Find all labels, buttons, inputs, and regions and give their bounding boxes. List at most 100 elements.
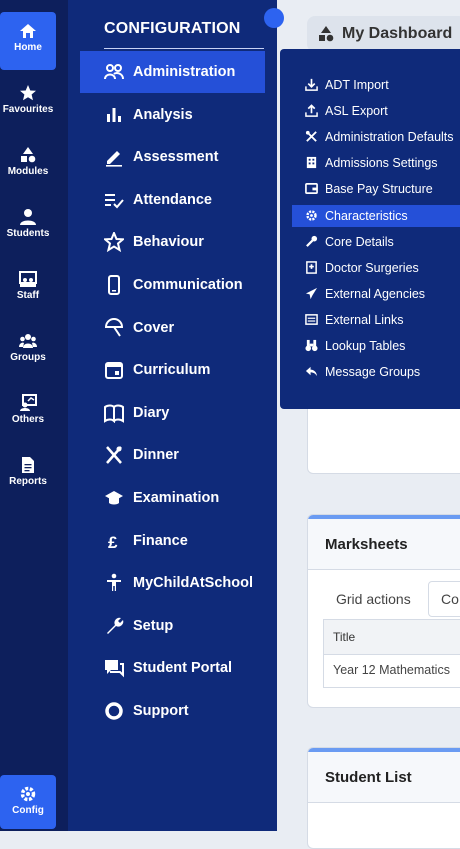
grid-actions-label: Grid actions bbox=[336, 591, 411, 607]
menu-item-label: Assessment bbox=[133, 149, 219, 166]
send-icon bbox=[305, 287, 318, 299]
cover-icon bbox=[104, 317, 124, 337]
menu-item-support[interactable]: Support bbox=[80, 690, 265, 732]
collapse-toggle[interactable] bbox=[264, 8, 284, 28]
submenu-item-external-agencies[interactable]: External Agencies bbox=[292, 283, 460, 305]
marksheets-title: Marksheets bbox=[325, 536, 408, 553]
submenu-item-label: Doctor Surgeries bbox=[325, 260, 419, 275]
rail-item-reports[interactable]: Reports bbox=[0, 446, 56, 504]
menu-item-setup[interactable]: Setup bbox=[80, 605, 265, 647]
tool-icon bbox=[306, 235, 318, 247]
phone-icon bbox=[108, 275, 120, 295]
submenu-item-label: ASL Export bbox=[325, 104, 388, 119]
menu-item-label: Diary bbox=[133, 404, 170, 421]
menu-item-finance[interactable]: £ Finance bbox=[80, 520, 265, 562]
menu-item-behaviour[interactable]: Behaviour bbox=[80, 221, 265, 263]
menu-item-administration[interactable]: Administration bbox=[80, 51, 265, 93]
marksheets-card: Marksheets Grid actions Co Title Year 12… bbox=[307, 514, 460, 708]
rail-item-modules[interactable]: Modules bbox=[0, 136, 56, 194]
table-cell-title: Year 12 Mathematics bbox=[333, 663, 450, 677]
graduation-cap-icon bbox=[105, 491, 123, 505]
wallet-icon bbox=[305, 183, 318, 195]
submenu-item-asl-export[interactable]: ASL Export bbox=[292, 100, 460, 122]
table-row[interactable]: Year 12 Mathematics bbox=[323, 653, 460, 688]
rail-item-favourites[interactable]: Favourites bbox=[0, 74, 56, 132]
menu-item-attendance[interactable]: Attendance bbox=[80, 179, 265, 221]
submenu-item-label: Message Groups bbox=[325, 365, 421, 380]
hospital-icon bbox=[306, 260, 317, 274]
table-header[interactable]: Title bbox=[323, 619, 460, 655]
submenu-item-adt-import[interactable]: ADT Import bbox=[292, 74, 460, 96]
submenu-item-lookup-tables[interactable]: Lookup Tables bbox=[292, 335, 460, 357]
svg-text:£: £ bbox=[108, 533, 118, 551]
menu-item-analysis[interactable]: Analysis bbox=[80, 94, 265, 136]
rail-label: Config bbox=[12, 805, 44, 816]
menu-item-assessment[interactable]: Assessment bbox=[80, 136, 265, 178]
rail-item-home[interactable]: Home bbox=[0, 12, 56, 70]
gear-icon bbox=[20, 786, 36, 802]
rail-label: Students bbox=[6, 228, 50, 239]
menu-item-cover[interactable]: Cover bbox=[80, 307, 265, 349]
configuration-menu: CONFIGURATION Administration Analysis Asse… bbox=[68, 0, 277, 831]
menu-item-label: Administration bbox=[133, 64, 236, 80]
menu-item-dinner[interactable]: Dinner bbox=[80, 434, 265, 476]
submenu-item-label: Core Details bbox=[325, 234, 394, 249]
chat-icon bbox=[105, 660, 124, 678]
checklist-icon bbox=[105, 193, 124, 209]
menu-item-label: Dinner bbox=[133, 447, 179, 464]
rail-item-others[interactable]: Others bbox=[0, 384, 56, 442]
pencil-icon bbox=[106, 151, 122, 167]
home-icon bbox=[20, 24, 36, 38]
student-list-title: Student List bbox=[325, 769, 412, 786]
submenu-item-external-links[interactable]: External Links bbox=[292, 309, 460, 331]
report-icon bbox=[22, 457, 34, 473]
admin-icon bbox=[104, 64, 124, 80]
tools-icon bbox=[305, 131, 317, 142]
shapes-icon bbox=[21, 147, 36, 163]
menu-item-student-portal[interactable]: Student Portal bbox=[80, 647, 265, 689]
menu-item-label: Cover bbox=[133, 319, 175, 336]
menu-item-mychildatschool[interactable]: MyChildAtSchool bbox=[80, 562, 265, 604]
menu-item-examination[interactable]: Examination bbox=[80, 477, 265, 519]
rail-label: Staff bbox=[16, 290, 40, 301]
submenu-item-label: Characteristics bbox=[325, 208, 408, 223]
submenu-item-administration-defaults[interactable]: Administration Defaults bbox=[292, 126, 460, 148]
table-header-title: Title bbox=[333, 630, 356, 644]
menu-item-curriculum[interactable]: Curriculum bbox=[80, 349, 265, 391]
group-icon bbox=[19, 334, 37, 348]
submenu-item-label: Admissions Settings bbox=[325, 156, 438, 171]
menu-item-label: Communication bbox=[133, 277, 243, 293]
menu-item-label: Examination bbox=[133, 490, 220, 506]
building-icon bbox=[306, 157, 317, 169]
cutlery-icon bbox=[106, 446, 122, 465]
submenu-item-label: Lookup Tables bbox=[325, 339, 406, 353]
dashboard-button[interactable]: My Dashboard bbox=[307, 16, 460, 52]
rail-item-students[interactable]: Students bbox=[0, 198, 56, 256]
dashboard-label: My Dashboard bbox=[342, 25, 453, 42]
shapes-icon bbox=[319, 26, 334, 42]
menu-item-communication[interactable]: Communication bbox=[80, 264, 265, 306]
submenu-item-admissions-settings[interactable]: Admissions Settings bbox=[292, 152, 460, 174]
rail-item-config[interactable]: Config bbox=[0, 775, 56, 829]
submenu-item-base-pay-structure[interactable]: Base Pay Structure bbox=[292, 178, 460, 200]
circle-icon bbox=[105, 702, 123, 720]
list-icon bbox=[305, 314, 318, 325]
menu-item-label: Behaviour bbox=[133, 234, 204, 251]
submenu-item-core-details[interactable]: Core Details bbox=[292, 231, 460, 253]
rail-label: Reports bbox=[9, 476, 47, 487]
rail-label: Others bbox=[11, 414, 45, 425]
submenu-item-label: ADT Import bbox=[325, 78, 389, 92]
submenu-item-message-groups[interactable]: Message Groups bbox=[292, 361, 460, 383]
submenu-item-label: Administration Defaults bbox=[325, 130, 454, 145]
rail-item-staff[interactable]: Staff bbox=[0, 260, 56, 318]
calendar-icon bbox=[105, 362, 123, 380]
rail-label: Favourites bbox=[2, 104, 54, 115]
rail-item-groups[interactable]: Groups bbox=[0, 322, 56, 380]
pound-icon: £ bbox=[108, 533, 118, 551]
submenu-item-characteristics[interactable]: Characteristics bbox=[292, 204, 460, 227]
submenu-item-doctor-surgeries[interactable]: Doctor Surgeries bbox=[292, 257, 460, 279]
columns-button[interactable]: Co bbox=[428, 581, 460, 617]
rail-label: Groups bbox=[10, 352, 46, 363]
menu-title: CONFIGURATION bbox=[104, 20, 241, 37]
menu-item-diary[interactable]: Diary bbox=[80, 392, 265, 434]
